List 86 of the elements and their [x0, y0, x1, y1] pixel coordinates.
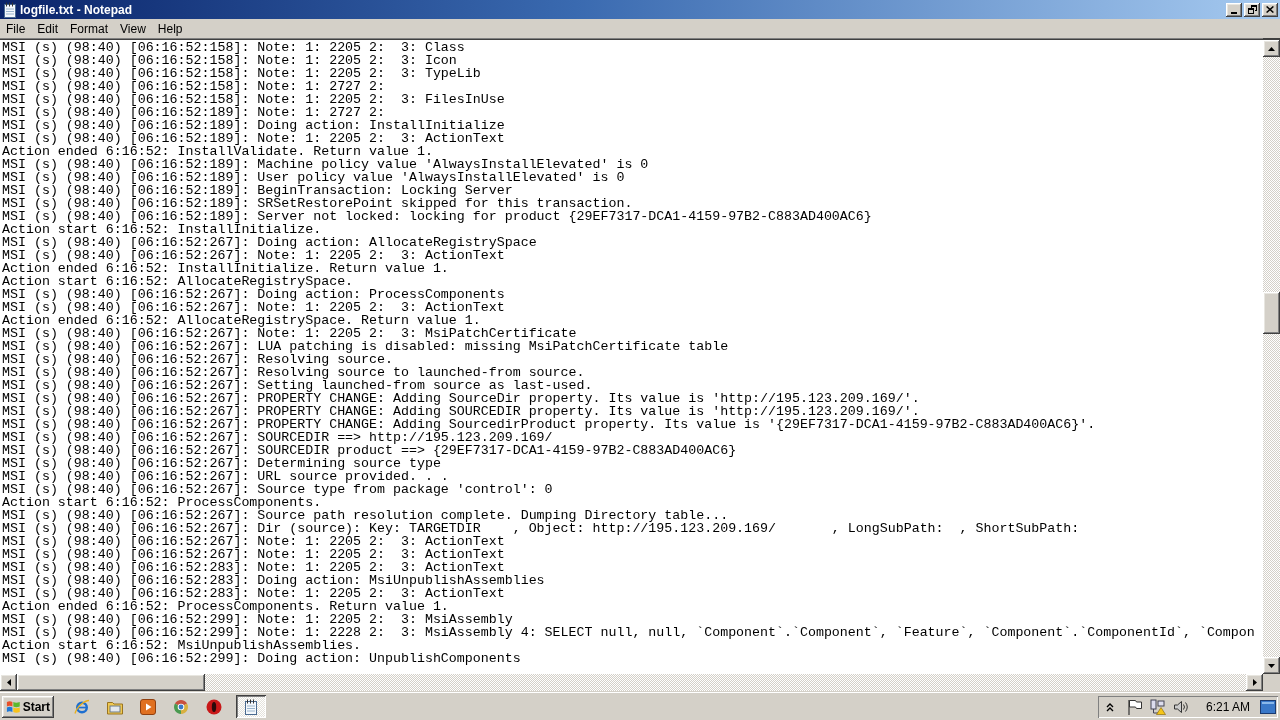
log-line: MSI (s) (98:40) [06:16:52:267]: Resolving source to launched-from source.: [2, 366, 585, 379]
log-line: Action start 6:16:52: InstallInitialize.: [2, 223, 322, 236]
monitor-icon[interactable]: [1260, 699, 1276, 714]
log-line: MSI (s) (98:40) [06:16:52:189]: Machine policy value 'AlwaysInstallElevated' is 0: [2, 158, 649, 171]
segmented-circle-icon[interactable]: [173, 698, 189, 715]
log-line: MSI (s) (98:40) [06:16:52:267]: Note: 1: 2205 2: 3: ActionText: [2, 535, 505, 548]
scroll-down-button[interactable]: [1263, 657, 1280, 674]
log-line: Action start 6:16:52: AllocateRegistrySpace.: [2, 275, 354, 288]
log-line: MSI (s) (98:40) [06:16:52:267]: PROPERTY CHANGE: Adding SOURCEDIR property. Its value is 'http://195.123.209.169/'.: [2, 405, 920, 418]
scroll-up-button[interactable]: [1263, 40, 1280, 57]
log-line: Action ended 6:16:52: InstallValidate. Return value 1.: [2, 145, 433, 158]
left-arrow-icon: [6, 679, 11, 686]
restore-button[interactable]: [1244, 2, 1260, 17]
log-line: MSI (s) (98:40) [06:16:52:267]: Note: 1: 2205 2: 3: ActionText: [2, 301, 505, 314]
menu-item[interactable]: View: [114, 20, 152, 37]
log-line: Action start 6:16:52: MsiUnpublishAssemblies.: [2, 639, 362, 652]
log-line: MSI (s) (98:40) [06:16:52:283]: Note: 1: 2205 2: 3: ActionText: [2, 587, 505, 600]
log-line: MSI (s) (98:40) [06:16:52:267]: SOURCEDIR product ==> {29EF7317-DCA1-4159-97B2-C883AD400AC6}: [2, 444, 737, 457]
notepad-icon: [243, 698, 259, 715]
network-warning-icon[interactable]: [1149, 698, 1166, 715]
log-line: MSI (s) (98:40) [06:16:52:299]: Note: 1: 2228 2: 3: MsiAssembly 4: SELECT null, null, `Component`.`Component`, `Feature`, `Component`.`ComponentId`, `Compon: [2, 626, 1255, 639]
restore-icon: [1247, 5, 1257, 14]
clock: 6:21 AM: [1205, 699, 1250, 714]
log-line: MSI (s) (98:40) [06:16:52:267]: Source path resolution complete. Dumping Directory table...: [2, 509, 729, 522]
right-arrow-icon: [1252, 679, 1257, 686]
log-line: MSI (s) (98:40) [06:16:52:189]: SRSetRestorePoint skipped for this transaction.: [2, 197, 633, 210]
log-line: MSI (s) (98:40) [06:16:52:267]: PROPERTY CHANGE: Adding SourcedirProduct property. Its value is '{29EF7317-DCA1-4159-97B2-C883AD400AC6}'.: [2, 418, 1096, 431]
log-line: MSI (s) (98:40) [06:16:52:267]: Doing action: AllocateRegistrySpace: [2, 236, 537, 249]
menu-item[interactable]: Help: [151, 20, 189, 37]
log-line: Action ended 6:16:52: AllocateRegistrySpace. Return value 1.: [2, 314, 481, 327]
log-line: MSI (s) (98:40) [06:16:52:267]: LUA patching is disabled: missing MsiPatchCertificate table: [2, 340, 729, 353]
log-line: MSI (s) (98:40) [06:16:52:158]: Note: 1: 2205 2: 3: TypeLib: [2, 67, 481, 80]
close-button[interactable]: [1262, 2, 1278, 17]
log-line: MSI (s) (98:40) [06:16:52:267]: Note: 1: 2205 2: 3: ActionText: [2, 249, 505, 262]
windows-flag-icon: [6, 699, 21, 714]
log-line: MSI (s) (98:40) [06:16:52:267]: Source type from package 'control': 0: [2, 483, 553, 496]
up-arrow-icon: [1268, 46, 1275, 51]
menu-item[interactable]: Edit: [31, 20, 65, 37]
log-line: Action ended 6:16:52: InstallInitialize. Return value 1.: [2, 262, 449, 275]
log-line: MSI (s) (98:40) [06:16:52:267]: Setting launched-from source as last-used.: [2, 379, 593, 392]
minimize-button[interactable]: [1226, 2, 1242, 17]
log-line: MSI (s) (98:40) [06:16:52:267]: Dir (source): Key: TARGETDIR , Object: http://195.123.209.169/ , LongSubPath: , ShortSubPath:: [2, 522, 1080, 535]
log-line: MSI (s) (98:40) [06:16:52:267]: Note: 1: 2205 2: 3: MsiPatchCertificate: [2, 327, 577, 340]
log-line: MSI (s) (98:40) [06:16:52:189]: Note: 1: 2727 2:: [2, 106, 385, 119]
close-icon: [1266, 6, 1274, 13]
scroll-left-button[interactable]: [0, 674, 17, 691]
minimize-icon: [1231, 11, 1237, 14]
scrollbar-thumb[interactable]: [17, 674, 205, 691]
start-button[interactable]: Start: [2, 695, 54, 718]
log-line: MSI (s) (98:40) [06:16:52:158]: Note: 1: 2205 2: 3: FilesInUse: [2, 93, 505, 106]
menu-item[interactable]: Format: [64, 20, 115, 37]
log-line: MSI (s) (98:40) [06:16:52:299]: Doing action: UnpublishComponents: [2, 652, 521, 665]
log-line: MSI (s) (98:40) [06:16:52:283]: Note: 1: 2205 2: 3: ActionText: [2, 561, 505, 574]
taskbar-button[interactable]: [236, 695, 266, 718]
log-line: Action ended 6:16:52: ProcessComponents. Return value 1.: [2, 600, 449, 613]
double-caret-icon[interactable]: [1105, 701, 1114, 712]
notepad-icon: [2, 1, 18, 18]
log-line: MSI (s) (98:40) [06:16:52:267]: Note: 1: 2205 2: 3: ActionText: [2, 548, 505, 561]
flag-icon[interactable]: [1126, 698, 1143, 715]
log-line: MSI (s) (98:40) [06:16:52:283]: Doing action: MsiUnpublishAssemblies: [2, 574, 545, 587]
log-line: MSI (s) (98:40) [06:16:52:267]: PROPERTY CHANGE: Adding SourceDir property. Its value is 'http://195.123.209.169/'.: [2, 392, 920, 405]
down-arrow-icon: [1268, 663, 1275, 668]
log-line: MSI (s) (98:40) [06:16:52:158]: Note: 1: 2727 2:: [2, 80, 385, 93]
log-line: Action start 6:16:52: ProcessComponents.: [2, 496, 322, 509]
scrollbar-thumb[interactable]: [1263, 292, 1280, 334]
speaker-icon[interactable]: [1172, 698, 1189, 715]
log-line: MSI (s) (98:40) [06:16:52:267]: Resolving source.: [2, 353, 393, 366]
log-line: MSI (s) (98:40) [06:16:52:267]: URL source provided. . .: [2, 470, 449, 483]
ring-swoosh-icon[interactable]: [74, 698, 90, 715]
log-line: MSI (s) (98:40) [06:16:52:267]: SOURCEDIR ==> http://195.123.209.169/: [2, 431, 553, 444]
menu-item[interactable]: File: [0, 20, 32, 37]
log-line: MSI (s) (98:40) [06:16:52:189]: Note: 1: 2205 2: 3: ActionText: [2, 132, 505, 145]
log-line: MSI (s) (98:40) [06:16:52:158]: Note: 1: 2205 2: 3: Icon: [2, 54, 457, 67]
text-area[interactable]: [0, 38, 1263, 674]
log-line: MSI (s) (98:40) [06:16:52:299]: Note: 1: 2205 2: 3: MsiAssembly: [2, 613, 513, 626]
log-line: MSI (s) (98:40) [06:16:52:189]: Doing action: InstallInitialize: [2, 119, 505, 132]
log-line: MSI (s) (98:40) [06:16:52:189]: User policy value 'AlwaysInstallElevated' is 0: [2, 171, 625, 184]
log-line: MSI (s) (98:40) [06:16:52:267]: Determining source type: [2, 457, 441, 470]
play-icon[interactable]: [140, 698, 156, 715]
log-line: MSI (s) (98:40) [06:16:52:189]: Server not locked: locking for product {29EF7317-DCA1-4159-97B2-C883AD400AC6}: [2, 210, 872, 223]
log-line: MSI (s) (98:40) [06:16:52:158]: Note: 1: 2205 2: 3: Class: [2, 41, 465, 54]
window-title: logfile.txt - Notepad: [20, 2, 132, 17]
log-line: MSI (s) (98:40) [06:16:52:267]: Doing action: ProcessComponents: [2, 288, 505, 301]
disc-slot-icon[interactable]: [206, 698, 222, 715]
scroll-right-button[interactable]: [1246, 674, 1263, 691]
log-line: MSI (s) (98:40) [06:16:52:189]: BeginTransaction: Locking Server: [2, 184, 513, 197]
